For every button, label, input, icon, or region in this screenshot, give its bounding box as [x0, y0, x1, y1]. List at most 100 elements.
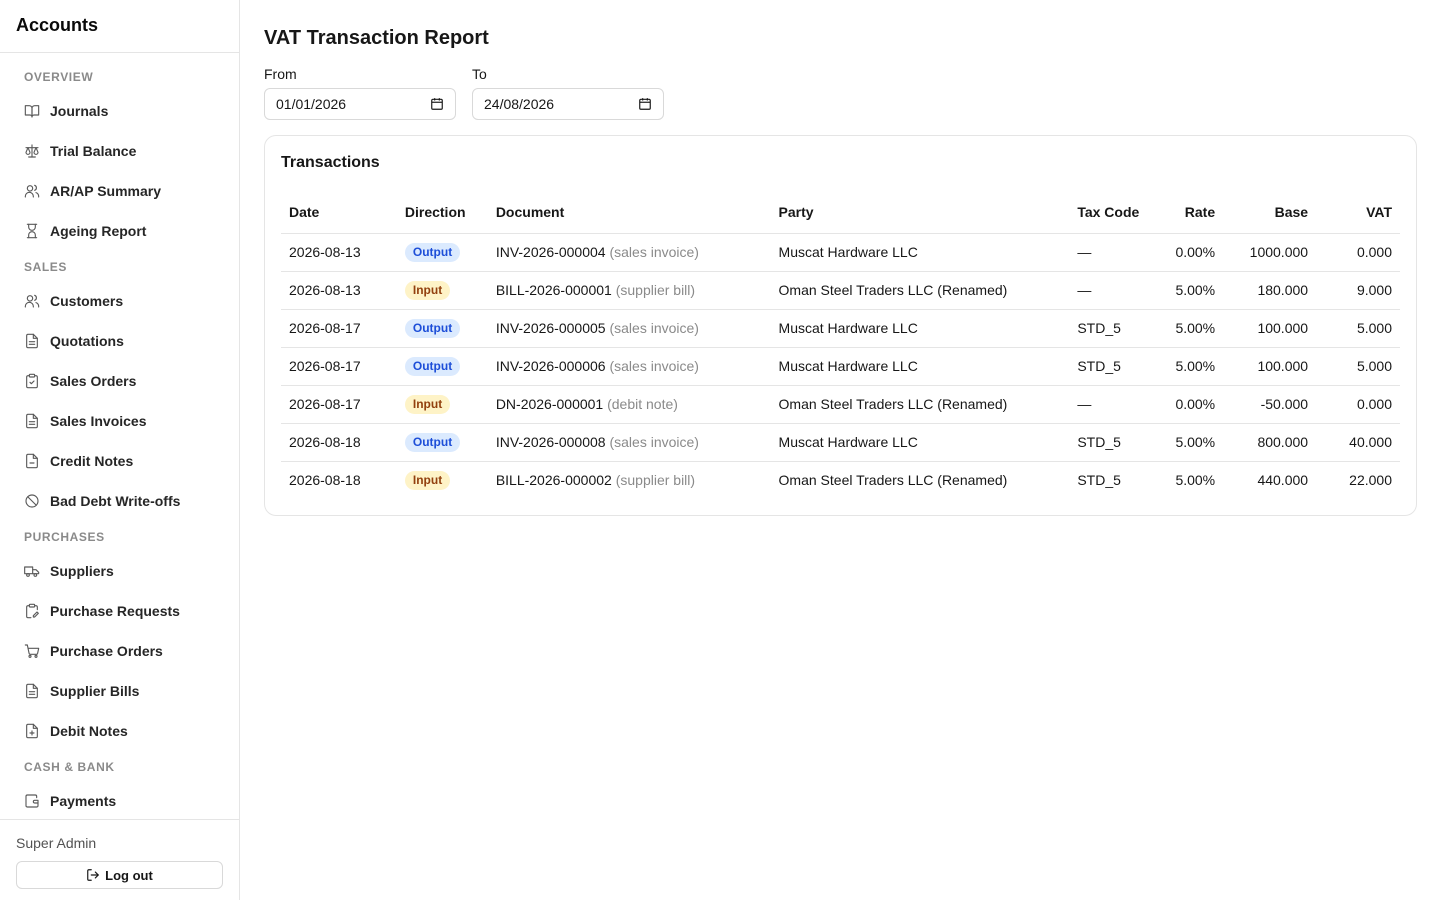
- sidebar-item-label: Purchase Requests: [50, 603, 180, 619]
- date-filters: From 01/01/2026 To 24/08/2026: [264, 66, 1416, 120]
- app-brand: Accounts: [0, 0, 239, 53]
- nav-section-purchases: PURCHASES: [24, 530, 105, 544]
- file-text-icon: [26, 413, 38, 429]
- cell-vat: 0.000: [1316, 233, 1400, 272]
- from-date-input[interactable]: 01/01/2026: [264, 88, 456, 120]
- cell-base: -50.000: [1223, 385, 1317, 424]
- calendar-icon[interactable]: [430, 97, 444, 111]
- sidebar-item-suppliers[interactable]: Suppliers: [0, 551, 239, 591]
- column-header-document: Document: [487, 192, 771, 234]
- sidebar-item-sales-orders[interactable]: Sales Orders: [0, 361, 239, 401]
- cell-date: 2026-08-13: [281, 271, 397, 310]
- document-number: BILL-2026-000002: [495, 472, 612, 489]
- sidebar-item-quotations[interactable]: Quotations: [0, 321, 239, 361]
- current-user-name: Super Admin: [16, 835, 97, 851]
- file-text-icon: [26, 683, 38, 699]
- page-title: VAT Transaction Report: [264, 27, 489, 49]
- logout-button[interactable]: Log out: [16, 861, 223, 889]
- cell-date: 2026-08-13: [281, 233, 397, 272]
- direction-badge: Output: [404, 242, 461, 262]
- cell-tax-code: STD_5: [1069, 309, 1154, 348]
- from-field: From 01/01/2026: [264, 66, 456, 120]
- clipboard-check-icon: [26, 373, 38, 389]
- sidebar-item-purchase-orders[interactable]: Purchase Orders: [0, 631, 239, 671]
- document-number: INV-2026-000004: [495, 244, 606, 260]
- sidebar-item-purchase-requests[interactable]: Purchase Requests: [0, 591, 239, 631]
- transactions-table: Date Direction Document Party Tax Code R…: [281, 192, 1400, 499]
- cell-date: 2026-08-18: [281, 423, 397, 462]
- cell-direction: Output: [396, 423, 488, 462]
- to-date-value: 24/08/2026: [484, 96, 555, 112]
- sidebar-item-label: Purchase Orders: [50, 643, 163, 659]
- table-row: 2026-08-18 Output INV-2026-000008 (sales i…: [281, 423, 1400, 462]
- cell-party: Oman Steel Traders LLC (Renamed): [770, 385, 1070, 424]
- table-header-row: Date Direction Document Party Tax Code R…: [281, 192, 1400, 234]
- nav-section-sales: SALES: [24, 260, 68, 274]
- cell-tax-code: —: [1069, 271, 1154, 310]
- nav-section-overview: OVERVIEW: [24, 70, 94, 84]
- cell-tax-code: STD_5: [1069, 423, 1154, 462]
- cell-document: INV-2026-000005 (sales invoice): [487, 309, 771, 348]
- ban-icon: [25, 494, 39, 508]
- sidebar-item-bad-debt-write-offs[interactable]: Bad Debt Write-offs: [0, 481, 239, 521]
- column-header-rate: Rate: [1153, 192, 1224, 234]
- sidebar-item-ageing-report[interactable]: Ageing Report: [0, 211, 239, 251]
- cell-party: Muscat Hardware LLC: [770, 423, 1070, 462]
- users-icon: [24, 184, 40, 198]
- document-kind: (supplier bill): [615, 472, 696, 489]
- document-kind: (sales invoice): [609, 244, 699, 260]
- to-label: To: [472, 66, 487, 82]
- sidebar-item-credit-notes[interactable]: Credit Notes: [0, 441, 239, 481]
- direction-badge: Input: [404, 470, 451, 490]
- cell-base: 180.000: [1223, 271, 1317, 310]
- cell-date: 2026-08-18: [289, 472, 361, 489]
- cart-icon: [24, 644, 40, 658]
- cell-party: Muscat Hardware LLC: [770, 309, 1070, 348]
- table-row: 2026-08-13 Input BILL-2026-000001 (supplie…: [281, 271, 1400, 310]
- sidebar-item-label: Bad Debt Write-offs: [50, 493, 181, 509]
- sidebar-item-label: Ageing Report: [50, 223, 147, 239]
- wallet-icon: [25, 794, 39, 808]
- sidebar-item-trial-balance[interactable]: Trial Balance: [0, 131, 239, 171]
- cell-direction: Output: [396, 233, 488, 272]
- cell-tax-code: —: [1069, 233, 1154, 272]
- column-header-tax-code: Tax Code: [1069, 192, 1154, 234]
- sidebar-footer: Super Admin Log out: [0, 819, 239, 900]
- cell-base: 800.000: [1223, 423, 1317, 462]
- cell-rate: 5.00%: [1153, 347, 1224, 386]
- sidebar-item-label: Credit Notes: [50, 453, 134, 469]
- direction-badge: Input: [404, 394, 451, 414]
- sidebar-item-label: Sales Orders: [50, 373, 137, 389]
- hourglass-icon: [26, 223, 38, 239]
- sidebar-item-label: Customers: [50, 293, 124, 309]
- column-header-vat: VAT: [1316, 192, 1400, 234]
- cell-rate: 5.00%: [1153, 309, 1224, 348]
- cell-tax-code: STD_5: [1077, 472, 1121, 489]
- calendar-icon[interactable]: [638, 97, 652, 111]
- sidebar-item-label: Journals: [50, 103, 109, 119]
- cell-vat: 0.000: [1316, 385, 1400, 424]
- file-plus-icon: [26, 723, 38, 739]
- document-number: INV-2026-000008: [495, 434, 606, 450]
- cell-document: DN-2026-000001 (debit note): [487, 385, 771, 424]
- truck-icon: [24, 566, 40, 577]
- transactions-table-body: 2026-08-13 Output INV-2026-000004 (sales i…: [281, 233, 1400, 499]
- direction-badge: Output: [404, 318, 461, 338]
- sidebar-item-journals[interactable]: Journals: [0, 91, 239, 131]
- to-date-input[interactable]: 24/08/2026: [472, 88, 664, 120]
- sidebar-item-sales-invoices[interactable]: Sales Invoices: [0, 401, 239, 441]
- cell-document: INV-2026-000006 (sales invoice): [487, 347, 771, 386]
- sidebar-item-customers[interactable]: Customers: [0, 281, 239, 321]
- cell-date: 2026-08-17: [281, 309, 397, 348]
- sidebar-item-payments[interactable]: Payments: [0, 781, 239, 819]
- document-kind: (sales invoice): [609, 434, 699, 450]
- cell-rate: 5.00%: [1175, 472, 1216, 489]
- sidebar-item-debit-notes[interactable]: Debit Notes: [0, 711, 239, 751]
- to-field: To 24/08/2026: [472, 66, 664, 120]
- nav-section-cash-bank: CASH & BANK: [24, 760, 115, 774]
- file-text-icon: [26, 333, 38, 349]
- sidebar-item-ar-ap-summary[interactable]: AR/AP Summary: [0, 171, 239, 211]
- cell-direction: Input: [397, 461, 488, 499]
- cell-direction: Input: [396, 271, 488, 310]
- sidebar-item-supplier-bills[interactable]: Supplier Bills: [0, 671, 239, 711]
